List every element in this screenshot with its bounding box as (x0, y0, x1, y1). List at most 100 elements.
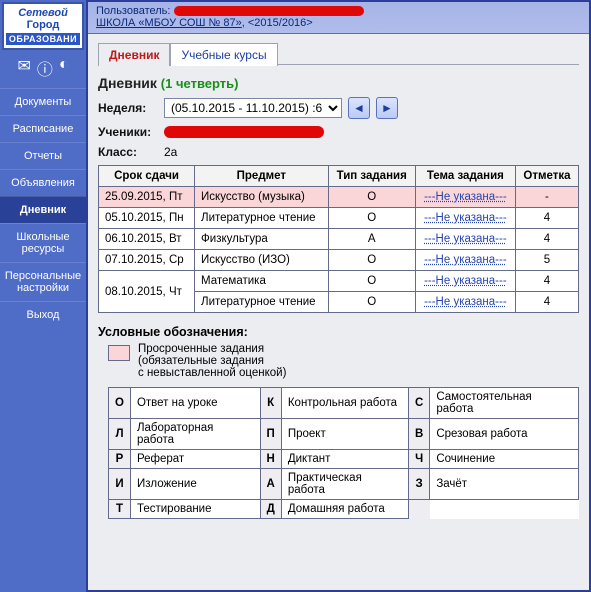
info-icon[interactable]: ⓘ (37, 56, 53, 80)
abbr-val: Контрольная работа (281, 388, 408, 419)
cell-mark: 5 (515, 250, 578, 271)
week-label: Неделя: (98, 101, 158, 115)
school-link[interactable]: ШКОЛА «МБОУ СОШ № 87» (96, 17, 242, 29)
legend-title: Условные обозначения: (98, 325, 579, 339)
cell-topic: ---Не указана--- (415, 271, 515, 292)
abbr-val: Проект (281, 419, 408, 450)
abbr-val: Зачёт (430, 469, 579, 500)
sidebar-item-7[interactable]: Выход (0, 301, 86, 328)
abbr-key: В (409, 419, 430, 450)
page-title: Дневник (1 четверть) (98, 75, 579, 91)
week-select[interactable]: (05.10.2015 - 11.10.2015) :6 (164, 98, 342, 118)
sidebar-item-2[interactable]: Отчеты (0, 142, 86, 169)
cell-type: О (328, 187, 415, 208)
overdue-swatch (108, 345, 130, 361)
cell-mark: 4 (515, 229, 578, 250)
header-bar: Пользователь: ШКОЛА «МБОУ СОШ № 87», <20… (88, 2, 589, 34)
cell-mark: - (515, 187, 578, 208)
topic-link[interactable]: ---Не указана--- (424, 275, 507, 287)
abbr-val: Срезовая работа (430, 419, 579, 450)
cell-subject: Математика (195, 271, 329, 292)
cell-type: А (328, 229, 415, 250)
abbr-key: И (109, 469, 131, 500)
user-label: Пользователь: (96, 5, 170, 17)
class-label: Класс: (98, 145, 158, 159)
sidebar: Сетевой Город ОБРАЗОВАНИ ✉ ⓘ ◐ Документы… (0, 0, 86, 592)
abbr-table: ООтвет на урокеККонтрольная работаССамос… (108, 387, 579, 519)
abbr-val: Реферат (130, 450, 260, 469)
mail-icon[interactable]: ✉ (17, 56, 30, 80)
students-redacted (164, 126, 324, 138)
abbr-key: П (260, 419, 281, 450)
topic-link[interactable]: ---Не указана--- (424, 233, 507, 245)
col-header: Тема задания (415, 166, 515, 187)
topic-link[interactable]: ---Не указана--- (424, 191, 507, 203)
abbr-key: Т (109, 500, 131, 519)
cell-mark: 4 (515, 208, 578, 229)
topic-link[interactable]: ---Не указана--- (424, 212, 507, 224)
abbr-key: О (109, 388, 131, 419)
cell-topic: ---Не указана--- (415, 292, 515, 313)
cell-date: 08.10.2015, Чт (99, 271, 195, 313)
abbr-val: Лабораторная работа (130, 419, 260, 450)
sidebar-item-0[interactable]: Документы (0, 88, 86, 115)
cell-mark: 4 (515, 271, 578, 292)
abbr-key: З (409, 469, 430, 500)
class-value: 2а (164, 145, 177, 159)
abbr-key: Ч (409, 450, 430, 469)
sidebar-item-4[interactable]: Дневник (0, 196, 86, 223)
cell-type: О (328, 292, 415, 313)
col-header: Отметка (515, 166, 578, 187)
sidebar-item-3[interactable]: Объявления (0, 169, 86, 196)
cell-mark: 4 (515, 292, 578, 313)
tab-0[interactable]: Дневник (98, 43, 170, 66)
abbr-key: Н (260, 450, 281, 469)
col-header: Предмет (195, 166, 329, 187)
topic-link[interactable]: ---Не указана--- (424, 296, 507, 308)
abbr-val (430, 500, 579, 519)
cell-topic: ---Не указана--- (415, 250, 515, 271)
table-row: 07.10.2015, СрИскусство (ИЗО)О---Не указ… (99, 250, 579, 271)
abbr-key (409, 500, 430, 519)
cell-type: О (328, 208, 415, 229)
cell-subject: Литературное чтение (195, 292, 329, 313)
table-row: 06.10.2015, ВтФизкультураА ---Не указана-… (99, 229, 579, 250)
cell-subject: Физкультура (195, 229, 329, 250)
cell-topic: ---Не указана--- (415, 187, 515, 208)
table-row: 08.10.2015, ЧтМатематикаО---Не указана--… (99, 271, 579, 292)
cell-subject: Литературное чтение (195, 208, 329, 229)
week-next-button[interactable]: ► (376, 97, 398, 119)
misc-icon[interactable]: ◐ (59, 56, 69, 80)
abbr-key: А (260, 469, 281, 500)
abbr-val: Домашняя работа (281, 500, 408, 519)
abbr-val: Диктант (281, 450, 408, 469)
diary-table: Срок сдачиПредметТип заданияТема задания… (98, 165, 579, 313)
sidebar-item-1[interactable]: Расписание (0, 115, 86, 142)
cell-date: 07.10.2015, Ср (99, 250, 195, 271)
abbr-val: Самостоятельная работа (430, 388, 579, 419)
sidebar-item-6[interactable]: Персональные настройки (0, 262, 86, 301)
tab-1[interactable]: Учебные курсы (170, 43, 277, 66)
cell-date: 25.09.2015, Пт (99, 187, 195, 208)
cell-topic: ---Не указана--- (415, 208, 515, 229)
table-row: 05.10.2015, ПнЛитературное чтениеО ---Не … (99, 208, 579, 229)
user-redacted (174, 6, 364, 16)
col-header: Тип задания (328, 166, 415, 187)
abbr-val: Ответ на уроке (130, 388, 260, 419)
cell-date: 06.10.2015, Вт (99, 229, 195, 250)
students-label: Ученики: (98, 125, 158, 139)
abbr-key: Д (260, 500, 281, 519)
legend-overdue: Просроченные задания (обязательные задан… (98, 343, 579, 379)
abbr-key: Л (109, 419, 131, 450)
abbr-key: С (409, 388, 430, 419)
app-logo: Сетевой Город ОБРАЗОВАНИ (2, 2, 84, 50)
school-year: <2015/2016> (248, 17, 313, 29)
abbr-val: Практическая работа (281, 469, 408, 500)
abbr-key: Р (109, 450, 131, 469)
table-row: 25.09.2015, ПтИскусство (музыка)О---Не у… (99, 187, 579, 208)
week-prev-button[interactable]: ◄ (348, 97, 370, 119)
tabs: ДневникУчебные курсы (98, 42, 579, 65)
sidebar-item-5[interactable]: Школьные ресурсы (0, 223, 86, 262)
topic-link[interactable]: ---Не указана--- (424, 254, 507, 266)
cell-date: 05.10.2015, Пн (99, 208, 195, 229)
